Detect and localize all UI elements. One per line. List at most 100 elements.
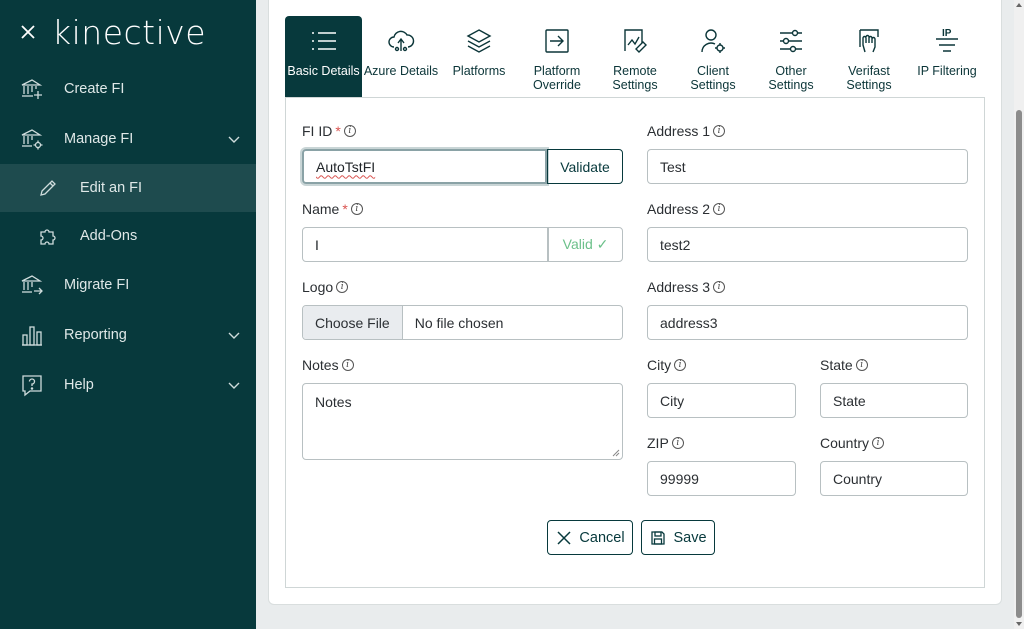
fi-id-input[interactable]: AutoTstFI [302,149,547,184]
validate-button[interactable]: Validate [547,149,623,184]
sidebar-item-edit-fi[interactable]: Edit an FI [0,164,256,212]
required-marker: * [335,123,341,139]
required-marker: * [342,201,348,217]
scrollbar[interactable] [1014,0,1024,629]
country-input[interactable]: Country [820,461,968,496]
fi-id-label: FI ID * i [302,123,356,139]
hand-icon [854,26,884,56]
logo-file-input[interactable]: Choose File No file chosen [302,305,623,340]
save-button[interactable]: Save [641,520,715,555]
address2-label: Address 2i [647,201,726,217]
info-icon[interactable]: i [674,359,687,371]
puzzle-icon [38,226,58,246]
help-icon [20,373,44,397]
address3-label: Address 3i [647,279,726,295]
address3-input[interactable]: address3 [647,305,968,340]
city-label: City i [647,357,687,373]
layers-icon [464,26,494,56]
close-icon[interactable] [18,22,38,42]
tab-label: Platform Override [533,64,581,92]
sidebar-item-migrate-fi[interactable]: Migrate FI [0,260,256,310]
cancel-button[interactable]: Cancel [547,520,633,555]
sidebar-item-help[interactable]: Help [0,360,256,410]
fi-id-value: AutoTstFI [316,158,376,175]
tab-azure-details[interactable]: Azure Details [362,16,440,98]
sidebar-item-add-ons[interactable]: Add-Ons [0,212,256,260]
info-icon[interactable]: i [713,125,726,137]
address1-label: Address 1i [647,123,726,139]
scroll-up-icon[interactable] [1016,2,1022,8]
bank-arrow-icon [20,273,44,297]
info-icon[interactable]: i [713,281,726,293]
state-label: State i [820,357,868,373]
notes-placeholder: Notes [315,394,352,410]
tab-client-settings[interactable]: Client Settings [674,16,752,98]
label-text: City [647,357,672,373]
scroll-down-icon[interactable] [1016,621,1022,627]
tab-ip-filtering[interactable]: IP IP Filtering [908,16,986,98]
save-label: Save [673,529,707,546]
label-text: State [820,357,853,373]
label-text: FI ID [302,123,333,139]
brand-bar: kinective [0,0,256,64]
address1-input[interactable]: Test [647,149,968,184]
sidebar-item-label: Migrate FI [64,277,130,293]
sidebar-item-label: Reporting [64,327,127,343]
cancel-label: Cancel [579,529,625,546]
scrollbar-thumb[interactable] [1016,110,1022,618]
label-text: Notes [302,357,339,373]
label-text: Address 2 [647,201,711,217]
tab-basic-details[interactable]: Basic Details [285,16,362,98]
sidebar-item-label: Help [64,377,94,393]
user-gear-icon [698,26,728,56]
address2-input[interactable]: test2 [647,227,968,262]
tab-verifast-settings[interactable]: Verifast Settings [830,16,908,98]
tab-platforms[interactable]: Platforms [440,16,518,98]
settings-tabs: Basic Details Azure Details Platforms Pl… [285,16,986,98]
bar-chart-icon [20,323,44,347]
sidebar-item-label: Edit an FI [80,180,143,196]
info-icon[interactable]: i [343,125,356,137]
chevron-down-icon[interactable] [228,329,240,341]
list-icon [309,26,339,56]
zip-label: ZIP i [647,435,684,451]
sidebar: kinective Create FI Manage FI Edit an FI… [0,0,256,629]
name-input[interactable]: I [302,227,548,262]
sidebar-item-manage-fi[interactable]: Manage FI [0,114,256,164]
zip-input[interactable]: 99999 [647,461,796,496]
resize-grip-icon[interactable] [612,449,620,457]
sidebar-item-label: Add-Ons [80,228,138,244]
chevron-down-icon[interactable] [228,133,240,145]
tab-platform-override[interactable]: Platform Override [518,16,596,98]
label-text: Name [302,201,340,217]
info-icon[interactable]: i [350,203,363,215]
valid-badge: Valid ✓ [548,227,623,262]
bank-gear-icon [20,127,44,151]
info-icon[interactable]: i [855,359,868,371]
tab-other-settings[interactable]: Other Settings [752,16,830,98]
chevron-down-icon[interactable] [228,379,240,391]
name-group: I Valid ✓ [302,227,623,262]
sidebar-item-label: Create FI [64,81,125,97]
info-icon[interactable]: i [341,359,354,371]
close-icon [555,529,573,547]
sidebar-item-create-fi[interactable]: Create FI [0,64,256,114]
tab-label: Remote Settings [612,64,658,92]
svg-text:IP: IP [942,28,952,39]
sidebar-item-reporting[interactable]: Reporting [0,310,256,360]
info-icon[interactable]: i [671,437,684,449]
pencil-icon [38,178,58,198]
logo-label: Logo i [302,279,349,295]
notes-textarea[interactable]: Notes [302,383,623,460]
kinective-logo: kinective [52,12,207,52]
label-text: Address 3 [647,279,711,295]
info-icon[interactable]: i [713,203,726,215]
tab-label: Platforms [452,64,506,78]
info-icon[interactable]: i [872,437,885,449]
tab-remote-settings[interactable]: Remote Settings [596,16,674,98]
choose-file-button[interactable]: Choose File [303,306,403,339]
city-input[interactable]: City [647,383,796,418]
file-status: No file chosen [414,314,504,331]
info-icon[interactable]: i [336,281,349,293]
state-input[interactable]: State [820,383,968,418]
